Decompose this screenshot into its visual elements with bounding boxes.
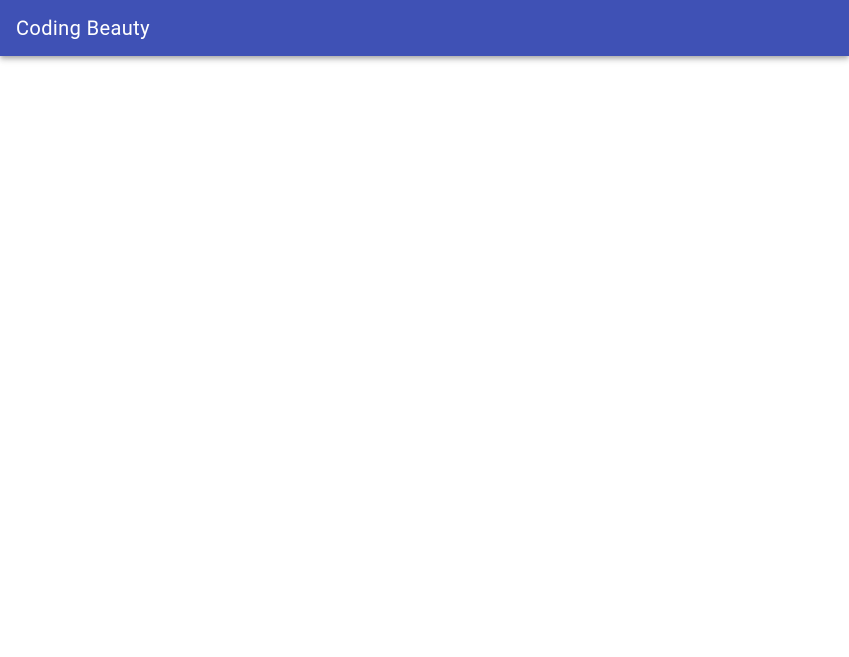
main-content [0,56,849,88]
app-title: Coding Beauty [16,16,150,40]
app-bar: Coding Beauty [0,0,849,56]
